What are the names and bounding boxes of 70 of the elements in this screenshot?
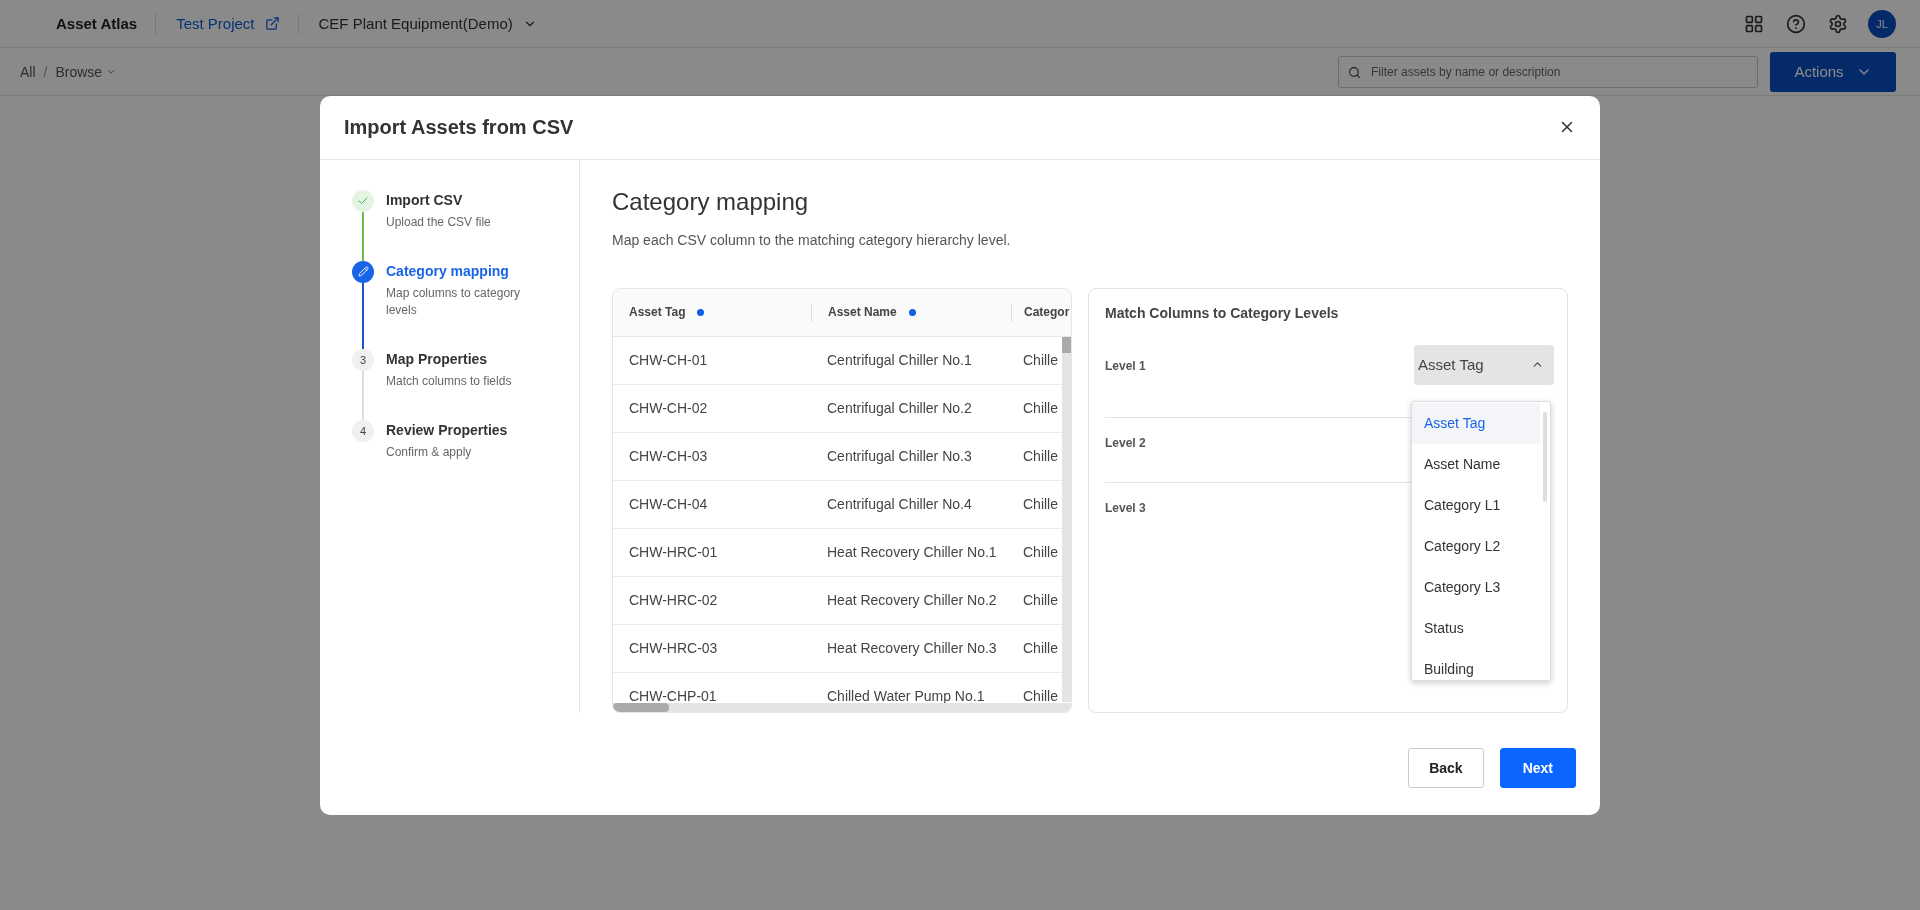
dialog-title: Import Assets from CSV <box>344 115 574 139</box>
dropdown-option[interactable]: Status <box>1412 607 1540 649</box>
level-label: Level 3 <box>1105 500 1146 515</box>
section-description: Map each CSV column to the matching category hierarchy level. <box>612 231 1012 248</box>
step-indicator: 4 <box>352 419 374 442</box>
table-cell-text: Heat Recovery Chiller No.1 <box>826 543 998 562</box>
table-cell-text: Centrifugal Chiller No.1 <box>826 351 973 370</box>
help-icon[interactable] <box>1786 13 1806 34</box>
step-subtitle: Confirm & apply <box>386 443 473 461</box>
step-indicator: 3 <box>352 348 374 371</box>
table-cell-text: CHW-HRC-03 <box>628 639 719 658</box>
settings-icon[interactable] <box>1828 13 1848 34</box>
table-cell-text: Chille <box>1022 447 1059 466</box>
dropdown-option[interactable]: Asset Tag <box>1412 402 1540 444</box>
dropdown-option[interactable]: Asset Name <box>1412 443 1540 485</box>
step-title[interactable]: Import CSV <box>386 189 536 210</box>
table-cell-text: Chille <box>1022 399 1059 418</box>
breadcrumb-separator: / <box>43 63 48 80</box>
horizontal-scrollbar[interactable] <box>613 702 1071 712</box>
table-cell-text: Centrifugal Chiller No.2 <box>826 399 973 418</box>
table-cell-text: CHW-CH-03 <box>628 447 709 466</box>
table-cell-text: CHW-CH-02 <box>628 399 709 418</box>
table-cell-text: CHW-CHP-01 <box>628 687 718 706</box>
panel-title: Match Columns to Category Levels <box>1105 304 1340 321</box>
table-cell-text: Chille <box>1022 639 1059 658</box>
step-title[interactable]: Map Properties <box>386 348 536 369</box>
table-cell-text: Heat Recovery Chiller No.2 <box>826 591 998 610</box>
dataset-dropdown[interactable]: CEF Plant Equipment(Demo) <box>318 15 537 32</box>
table-cell-text: Centrifugal Chiller No.4 <box>826 495 973 514</box>
table-cell-text: Chilled Water Pump No.1 <box>826 687 986 706</box>
vertical-scrollbar[interactable] <box>1062 336 1071 702</box>
dropdown-option[interactable]: Building <box>1412 648 1540 680</box>
step-title[interactable]: Review Properties <box>386 419 536 440</box>
table-cell-text: CHW-HRC-01 <box>628 543 719 562</box>
user-avatar[interactable]: JL <box>1868 9 1896 38</box>
table-cell-text: CHW-CH-04 <box>628 495 709 514</box>
external-link-icon <box>264 16 280 31</box>
dropdown-option[interactable]: Category L1 <box>1412 484 1540 526</box>
search-field[interactable]: Filter assets by name or description <box>1338 55 1758 88</box>
step-subtitle: Map columns to category levels <box>386 284 522 319</box>
level-label: Level 1 <box>1105 358 1146 373</box>
column-header: Asset Tag <box>613 302 811 322</box>
table-cell-text: CHW-HRC-02 <box>628 591 719 610</box>
table-cell-text: CHW-CH-01 <box>628 351 709 370</box>
table-cell-text: Chille <box>1022 543 1059 562</box>
step-subtitle: Upload the CSV file <box>386 213 492 231</box>
search-icon <box>1348 65 1361 79</box>
back-button[interactable]: Back <box>1408 747 1484 788</box>
column-header: Asset Name <box>811 302 1011 322</box>
next-button[interactable]: Next <box>1499 747 1576 788</box>
table-cell-text: Chille <box>1022 591 1059 610</box>
table-cell-text: Centrifugal Chiller No.3 <box>826 447 973 466</box>
app-logo: Asset Atlas <box>56 15 138 32</box>
step-subtitle: Match columns to fields <box>386 372 513 390</box>
table-cell-text: Chille <box>1022 495 1059 514</box>
step-title[interactable]: Category mapping <box>386 260 536 281</box>
table-cell-text: Chille <box>1022 351 1059 370</box>
table-cell-text: Chille <box>1022 687 1059 706</box>
table-cell-text: Heat Recovery Chiller No.3 <box>826 639 998 658</box>
level-label: Level 2 <box>1105 435 1146 450</box>
level-select[interactable]: Asset Tag <box>1414 344 1554 385</box>
breadcrumb-link[interactable]: All <box>20 63 36 80</box>
apps-grid-icon[interactable] <box>1744 13 1764 34</box>
breadcrumb-link[interactable]: Browse <box>55 63 117 80</box>
project-link[interactable]: Test Project <box>176 15 280 32</box>
column-header: Categor <box>1011 302 1071 322</box>
section-heading: Category mapping <box>612 187 810 216</box>
actions-button[interactable]: Actions <box>1770 51 1896 92</box>
dropdown-option[interactable]: Category L2 <box>1412 525 1540 567</box>
dropdown-option[interactable]: Category L3 <box>1412 566 1540 608</box>
